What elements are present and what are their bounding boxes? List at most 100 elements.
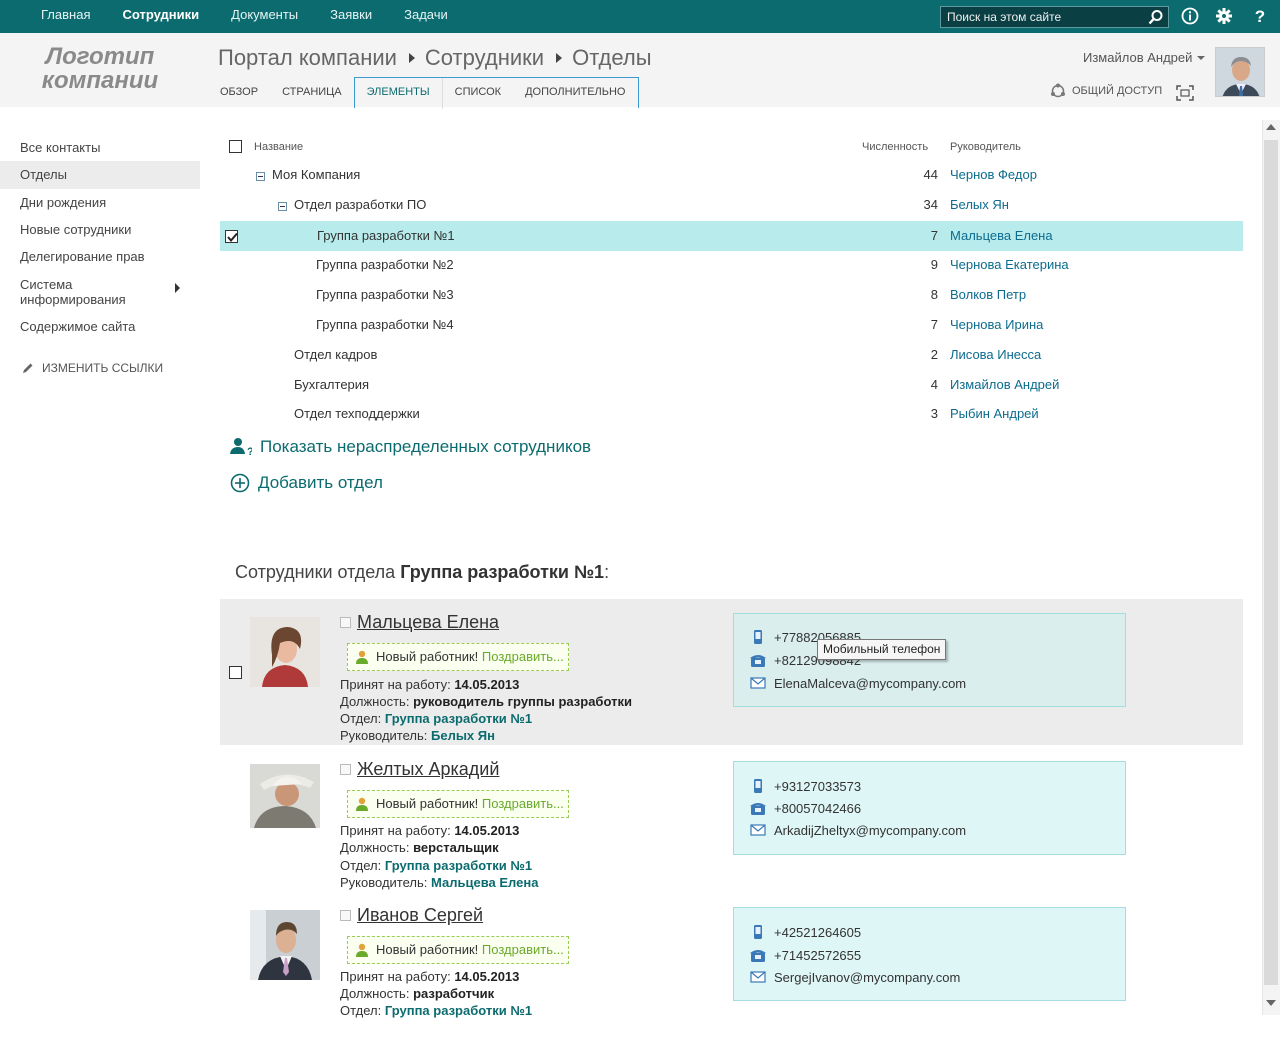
sidebar-item-delegation[interactable]: Делегирование прав — [0, 243, 200, 270]
share-button[interactable]: ОБЩИЙ ДОСТУП — [1050, 83, 1162, 99]
sidebar-item-site-contents[interactable]: Содержимое сайта — [0, 313, 200, 340]
new-user-icon — [356, 650, 368, 664]
email-link[interactable]: SergejIvanov@mycompany.com — [774, 970, 960, 985]
user-menu[interactable]: Измайлов Андрей — [1083, 50, 1206, 65]
employee-name-checkbox[interactable] — [340, 764, 351, 775]
contact-box: +42521264605 +71452572655 SergejIvanov@m… — [733, 907, 1126, 1001]
manager-link[interactable]: Рыбин Андрей — [950, 406, 1039, 421]
sidebar-item-birthdays[interactable]: Дни рождения — [0, 189, 200, 216]
congratulate-link[interactable]: Поздравить... — [482, 796, 564, 811]
work-phone[interactable]: +80057042466 — [774, 801, 861, 816]
unassigned-user-icon: ? — [230, 438, 252, 457]
department-row[interactable]: Группа разработки №3 8 Волков Петр — [220, 280, 1243, 310]
mobile-phone[interactable]: +42521264605 — [774, 925, 861, 940]
manager-link[interactable]: Измайлов Андрей — [950, 377, 1059, 392]
column-header-manager[interactable]: Руководитель — [950, 141, 1021, 153]
sidebar-item-new-employees[interactable]: Новые сотрудники — [0, 216, 200, 243]
sidebar-item-all-contacts[interactable]: Все контакты — [0, 132, 200, 161]
show-unassigned-link[interactable]: ? Показать нераспределенных сотрудников — [230, 437, 591, 457]
congratulate-link[interactable]: Поздравить... — [482, 942, 564, 957]
info-icon[interactable] — [1181, 7, 1199, 25]
focus-on-content-icon[interactable] — [1176, 85, 1194, 101]
employee-card[interactable]: Иванов Сергей Новый работник! Поздравить… — [220, 892, 1243, 1038]
department-link[interactable]: Группа разработки №1 — [385, 711, 532, 726]
department-row[interactable]: Бухгалтерия 4 Измайлов Андрей — [220, 370, 1243, 400]
svg-text:?: ? — [1255, 7, 1265, 25]
tab-items[interactable]: ЭЛЕМЕНТЫ — [355, 78, 443, 109]
manager-link[interactable]: Чернова Екатерина — [950, 257, 1069, 272]
employee-name-checkbox[interactable] — [340, 910, 351, 921]
position: Должность: верстальщик — [340, 840, 499, 855]
employee-name-link[interactable]: Иванов Сергей — [357, 905, 483, 926]
employee-photo-image — [250, 764, 320, 828]
manager-link[interactable]: Белых Ян — [950, 197, 1009, 212]
department: Отдел: Группа разработки №1 — [340, 1003, 533, 1018]
search-icon[interactable] — [1148, 9, 1164, 25]
chevron-right-icon — [175, 283, 180, 293]
gear-icon[interactable] — [1215, 7, 1233, 25]
topnav-home[interactable]: Главная — [25, 0, 106, 33]
manager-link[interactable]: Лисова Инесса — [950, 347, 1041, 362]
scroll-down-icon[interactable] — [1266, 1000, 1276, 1006]
sidebar-item-departments[interactable]: Отделы — [0, 161, 200, 189]
employee-photo[interactable] — [250, 764, 320, 834]
collapse-icon[interactable] — [256, 172, 265, 181]
employee-name-link[interactable]: Мальцева Елена — [357, 612, 499, 633]
employee-photo[interactable] — [250, 910, 320, 980]
department-row[interactable]: Отдел кадров 2 Лисова Инесса — [220, 340, 1243, 370]
search-input[interactable] — [941, 7, 1141, 27]
department-link[interactable]: Группа разработки №1 — [385, 1003, 532, 1018]
company-logo[interactable]: Логотип компании — [30, 45, 170, 93]
topnav-employees[interactable]: Сотрудники — [106, 0, 215, 33]
topnav-documents[interactable]: Документы — [215, 0, 314, 33]
department-row[interactable]: Группа разработки №4 7 Чернова Ирина — [220, 310, 1243, 340]
collapse-icon[interactable] — [278, 202, 287, 211]
department-row[interactable]: Отдел техподдержки 3 Рыбин Андрей — [220, 399, 1243, 429]
manager-link[interactable]: Мальцева Елена — [950, 228, 1053, 243]
employee-card[interactable]: Мальцева Елена Новый работник! Поздравит… — [220, 599, 1243, 745]
topnav-tasks[interactable]: Задачи — [388, 0, 464, 33]
department-link[interactable]: Группа разработки №1 — [385, 858, 532, 873]
scrollbar-thumb[interactable] — [1264, 140, 1278, 985]
manager-link[interactable]: Чернова Ирина — [950, 317, 1043, 332]
tab-list[interactable]: СПИСОК — [443, 78, 513, 108]
work-phone[interactable]: +71452572655 — [774, 948, 861, 963]
department-row[interactable]: Отдел разработки ПО 34 Белых Ян — [220, 190, 1243, 220]
manager-link[interactable]: Чернов Федор — [950, 167, 1037, 182]
email-link[interactable]: ArkadijZheltyx@mycompany.com — [774, 823, 966, 838]
manager-link[interactable]: Волков Петр — [950, 287, 1026, 302]
department-row-selected[interactable]: Группа разработки №1 7 Мальцева Елена — [220, 221, 1243, 251]
tab-overview[interactable]: ОБЗОР — [208, 77, 270, 108]
select-all-checkbox[interactable] — [229, 140, 242, 153]
column-header-name[interactable]: Название — [254, 141, 303, 153]
scroll-up-icon[interactable] — [1266, 124, 1276, 130]
mobile-phone[interactable]: +93127033573 — [774, 779, 861, 794]
employee-card[interactable]: Желтых Аркадий Новый работник! Поздравит… — [220, 746, 1243, 892]
breadcrumb-portal[interactable]: Портал компании — [218, 45, 397, 71]
column-header-count[interactable]: Численность — [862, 141, 928, 153]
manager-link[interactable]: Белых Ян — [431, 728, 495, 743]
help-icon[interactable]: ? — [1251, 7, 1269, 25]
department-row[interactable]: Группа разработки №2 9 Чернова Екатерина — [220, 250, 1243, 280]
email-icon — [750, 677, 766, 689]
employee-name-link[interactable]: Желтых Аркадий — [357, 759, 499, 780]
email-link[interactable]: ElenaMalceva@mycompany.com — [774, 676, 966, 691]
employee-name-checkbox[interactable] — [340, 617, 351, 628]
employee-photo[interactable] — [250, 617, 320, 687]
sidebar-item-notification-system[interactable]: Система информирования — [0, 270, 200, 313]
row-checkbox-checked[interactable] — [225, 230, 238, 243]
tab-page[interactable]: СТРАНИЦА — [270, 77, 354, 108]
manager-link[interactable]: Мальцева Елена — [431, 875, 538, 890]
department-row[interactable]: Моя Компания 44 Чернов Федор — [220, 160, 1243, 190]
breadcrumb-employees[interactable]: Сотрудники — [425, 45, 544, 71]
edit-links-button[interactable]: ИЗМЕНИТЬ ССЫЛКИ — [22, 361, 163, 375]
add-department-link[interactable]: Добавить отдел — [230, 473, 383, 493]
employee-select-checkbox[interactable] — [229, 666, 242, 679]
add-circle-icon — [230, 473, 250, 493]
congratulate-link[interactable]: Поздравить... — [482, 649, 564, 664]
topnav-requests[interactable]: Заявки — [314, 0, 388, 33]
contact-box: +77882056885 +82129098842 ElenaMalceva@m… — [733, 613, 1126, 707]
desk-phone-icon — [750, 803, 766, 815]
tab-more[interactable]: ДОПОЛНИТЕЛЬНО — [513, 78, 637, 108]
avatar[interactable] — [1215, 47, 1265, 97]
